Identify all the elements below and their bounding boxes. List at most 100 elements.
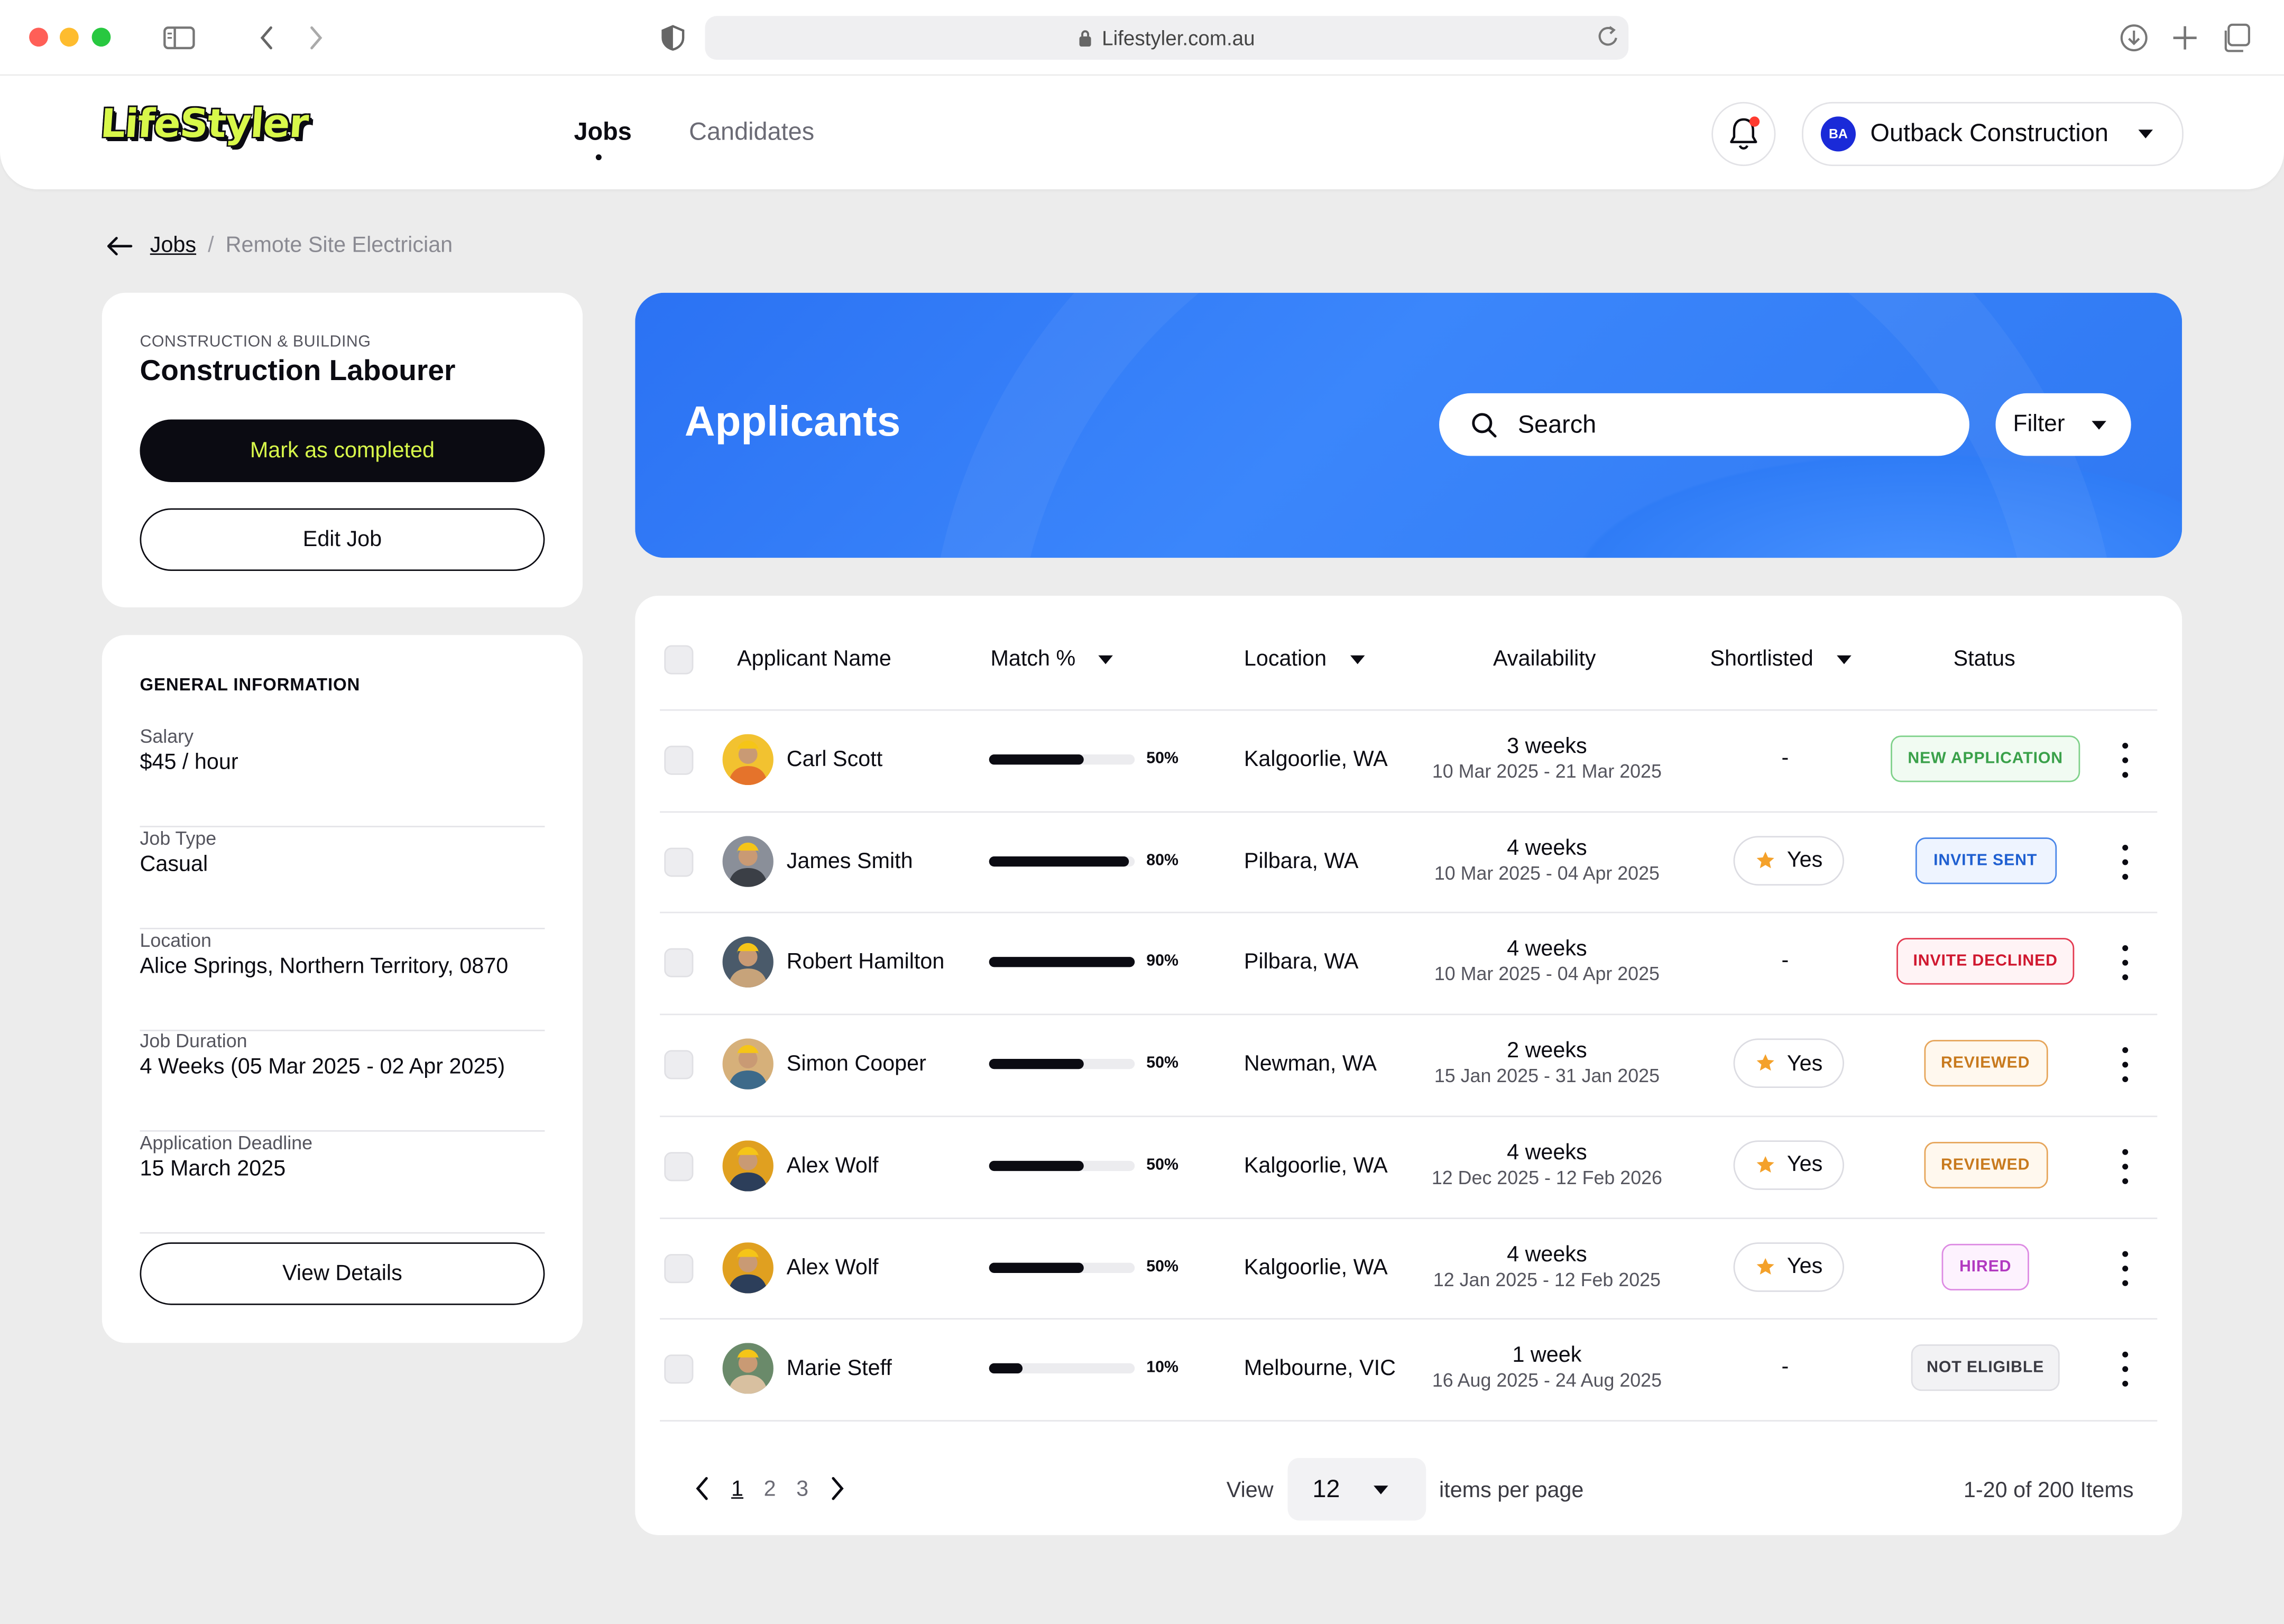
applicant-name[interactable]: Alex Wolf: [787, 1153, 879, 1178]
status-badge: REVIEWED: [1923, 1141, 2048, 1188]
page-1[interactable]: 1: [731, 1476, 743, 1501]
new-tab-icon[interactable]: [2168, 21, 2203, 56]
view-details-button[interactable]: View Details: [140, 1242, 545, 1305]
column-header-name[interactable]: Applicant Name: [737, 647, 891, 671]
more-options-icon[interactable]: [2112, 1047, 2139, 1083]
chevron-right-icon[interactable]: [829, 1475, 846, 1502]
shortlisted-empty: -: [1781, 948, 1789, 974]
breadcrumb-jobs-link[interactable]: Jobs: [150, 233, 196, 258]
shield-icon[interactable]: [656, 21, 690, 56]
info-label: Job Type: [140, 827, 217, 850]
organization-switcher[interactable]: BA Outback Construction: [1802, 102, 2184, 167]
back-arrow-icon[interactable]: [106, 235, 133, 256]
availability: 4 weeks 10 Mar 2025 - 04 Apr 2025: [1407, 836, 1687, 884]
row-checkbox[interactable]: [664, 1253, 694, 1282]
applicant-name[interactable]: Simon Cooper: [787, 1051, 926, 1076]
chevron-left-icon[interactable]: [693, 1475, 711, 1502]
table-row[interactable]: James Smith 80% Pilbara, WA 4 weeks 10 M…: [635, 811, 2182, 913]
availability-dates: 10 Mar 2025 - 04 Apr 2025: [1434, 862, 1660, 884]
more-options-icon[interactable]: [2112, 743, 2139, 778]
table-row[interactable]: Alex Wolf 50% Kalgoorlie, WA 4 weeks 12 …: [635, 1115, 2182, 1217]
address-bar[interactable]: Lifestyler.com.au: [705, 16, 1629, 60]
info-label: Salary: [140, 725, 194, 748]
nav-candidates[interactable]: Candidates: [689, 118, 814, 147]
app-header: Lifestyler.com.au LifeStyler Jobs Candid…: [0, 0, 2284, 190]
search-input[interactable]: [1515, 408, 1929, 441]
avatar: [722, 1140, 773, 1192]
shortlisted-badge[interactable]: Yes: [1733, 1241, 1844, 1291]
info-label: Application Deadline: [140, 1131, 313, 1154]
window-close-button[interactable]: [29, 27, 48, 47]
view-label: View: [1226, 1478, 1274, 1503]
window-zoom-button[interactable]: [91, 27, 111, 47]
sidebar-toggle-icon[interactable]: [162, 21, 197, 56]
back-arrow-icon[interactable]: [249, 21, 284, 56]
nav-jobs[interactable]: Jobs: [574, 118, 632, 161]
column-header-status[interactable]: Status: [1954, 647, 2015, 671]
column-header-match[interactable]: Match %: [990, 647, 1113, 671]
page-2[interactable]: 2: [764, 1476, 776, 1501]
mark-completed-button[interactable]: Mark as completed: [140, 419, 545, 482]
column-header-location[interactable]: Location: [1244, 647, 1365, 671]
applicant-location: Kalgoorlie, WA: [1244, 1153, 1388, 1178]
column-header-shortlisted[interactable]: Shortlisted: [1710, 647, 1852, 671]
row-checkbox[interactable]: [664, 745, 694, 775]
row-checkbox[interactable]: [664, 1050, 694, 1079]
column-header-availability[interactable]: Availability: [1493, 647, 1596, 671]
info-row-location: Location Alice Springs, Northern Territo…: [140, 929, 545, 1031]
shortlisted-badge[interactable]: Yes: [1733, 1140, 1844, 1190]
status-badge: HIRED: [1941, 1243, 2029, 1290]
search-box[interactable]: [1439, 393, 1969, 456]
more-options-icon[interactable]: [2112, 1352, 2139, 1387]
info-value: 15 March 2025: [140, 1156, 286, 1182]
filter-dropdown[interactable]: Filter: [1995, 393, 2131, 456]
shortlisted-badge[interactable]: Yes: [1733, 1038, 1844, 1088]
item-range: 1-20 of 200 Items: [1963, 1478, 2134, 1503]
table-row[interactable]: Marie Steff 10% Melbourne, VIC 1 week 16…: [635, 1318, 2182, 1420]
page-3[interactable]: 3: [796, 1476, 808, 1501]
more-options-icon[interactable]: [2112, 844, 2139, 880]
more-options-icon[interactable]: [2112, 946, 2139, 981]
info-value: 4 Weeks (05 Mar 2025 - 02 Apr 2025): [140, 1054, 505, 1079]
table-row[interactable]: Alex Wolf 50% Kalgoorlie, WA 4 weeks 12 …: [635, 1217, 2182, 1319]
per-page-value: 12: [1312, 1474, 1340, 1502]
chevron-down-icon: [2138, 130, 2153, 139]
org-name: Outback Construction: [1870, 119, 2108, 147]
row-checkbox[interactable]: [664, 1151, 694, 1181]
sort-caret-icon: [1350, 654, 1365, 663]
reload-icon[interactable]: [1597, 23, 1620, 54]
status-badge: INVITE SENT: [1914, 837, 2056, 884]
notifications-button[interactable]: [1711, 102, 1776, 167]
availability-dates: 10 Mar 2025 - 04 Apr 2025: [1434, 963, 1660, 985]
shortlisted-badge[interactable]: Yes: [1733, 835, 1844, 885]
match-percent: 10%: [1146, 1359, 1178, 1377]
applicant-name[interactable]: Marie Steff: [787, 1357, 892, 1381]
table-row[interactable]: Simon Cooper 50% Newman, WA 2 weeks 15 J…: [635, 1014, 2182, 1116]
table-row[interactable]: Robert Hamilton 90% Pilbara, WA 4 weeks …: [635, 912, 2182, 1014]
applicant-name[interactable]: Alex Wolf: [787, 1255, 879, 1280]
applicant-name[interactable]: Carl Scott: [787, 747, 882, 772]
chevron-down-icon: [2091, 420, 2106, 429]
select-all-checkbox[interactable]: [664, 645, 694, 675]
more-options-icon[interactable]: [2112, 1250, 2139, 1286]
row-divider: [660, 1419, 2158, 1422]
forward-arrow-icon[interactable]: [299, 21, 334, 56]
row-checkbox[interactable]: [664, 1354, 694, 1384]
applicant-name[interactable]: Robert Hamilton: [787, 950, 945, 975]
more-options-icon[interactable]: [2112, 1149, 2139, 1184]
row-checkbox[interactable]: [664, 948, 694, 978]
window-minimize-button[interactable]: [59, 27, 79, 47]
availability: 4 weeks 10 Mar 2025 - 04 Apr 2025: [1407, 937, 1687, 985]
per-page-select[interactable]: 12: [1287, 1457, 1426, 1521]
download-icon[interactable]: [2116, 21, 2151, 56]
applicant-name[interactable]: James Smith: [787, 848, 913, 873]
row-checkbox[interactable]: [664, 847, 694, 876]
lifestyler-logo[interactable]: LifeStyler: [99, 102, 309, 147]
url-text: Lifestyler.com.au: [1102, 26, 1255, 50]
edit-job-button[interactable]: Edit Job: [140, 508, 545, 571]
chevron-down-icon: [1374, 1484, 1388, 1494]
table-row[interactable]: Carl Scott 50% Kalgoorlie, WA 3 weeks 10…: [635, 709, 2182, 811]
shortlisted-text: Yes: [1786, 847, 1823, 873]
tab-overview-icon[interactable]: [2218, 21, 2253, 56]
availability: 3 weeks 10 Mar 2025 - 21 Mar 2025: [1407, 734, 1687, 782]
